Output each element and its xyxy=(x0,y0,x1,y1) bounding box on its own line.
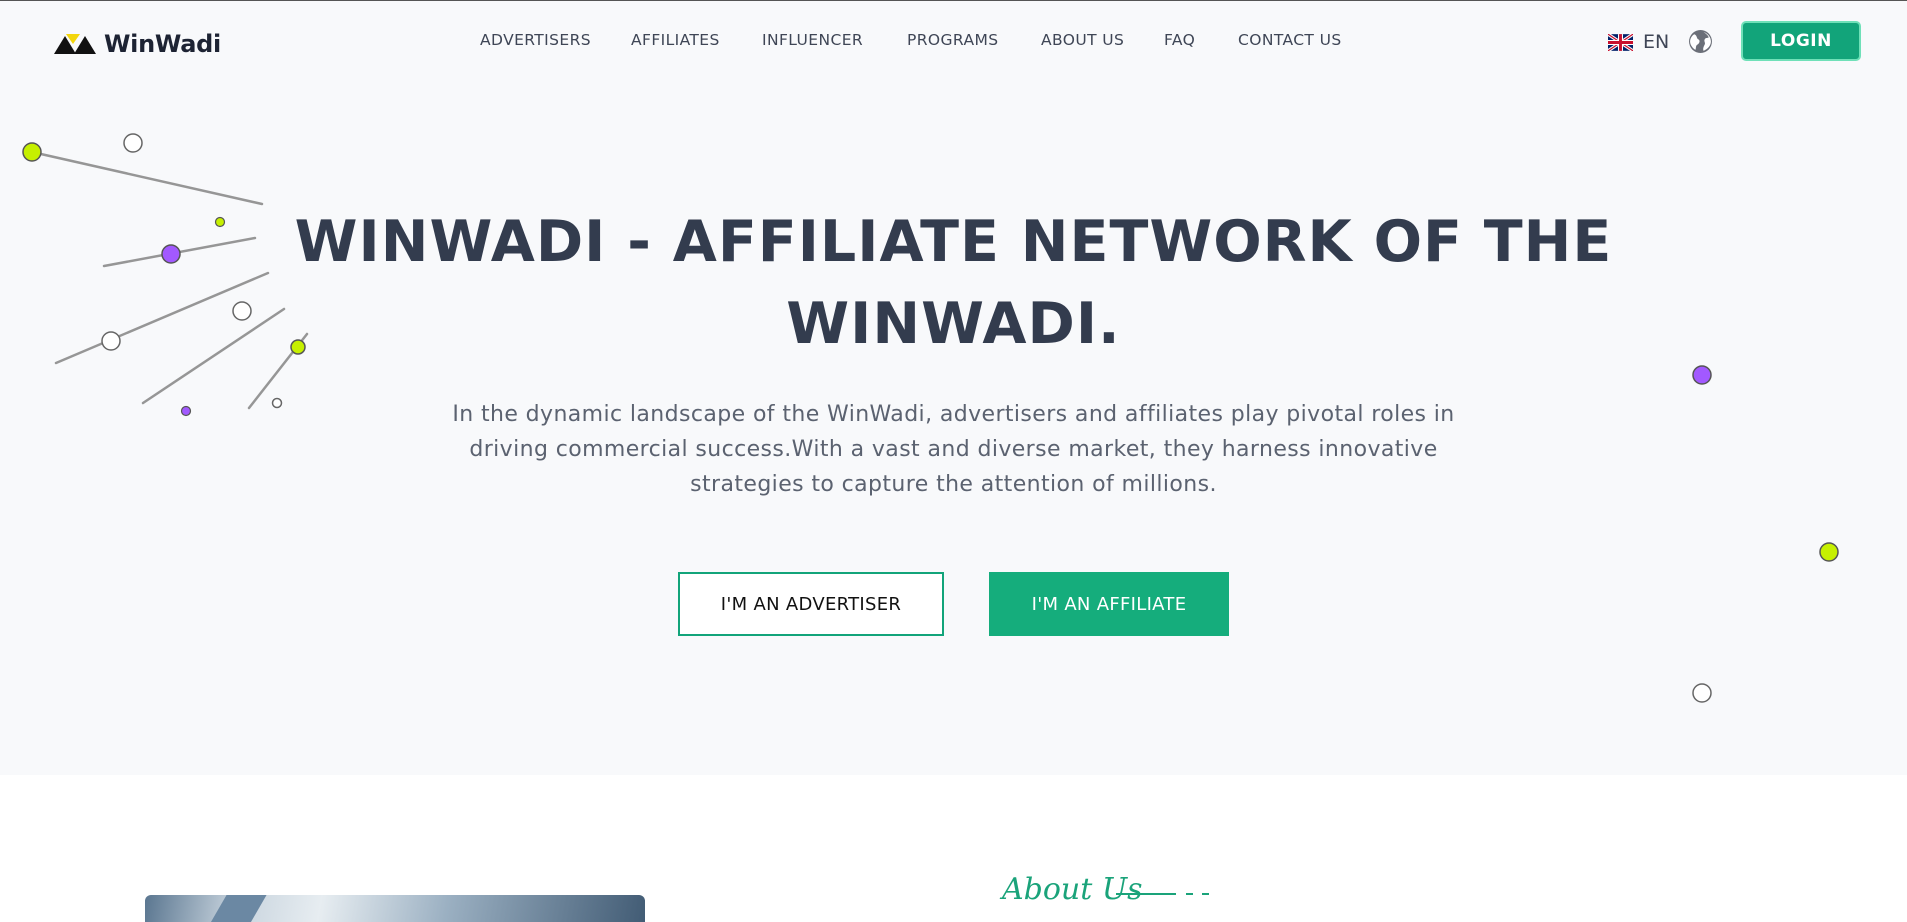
nav-item-faq[interactable]: FAQ xyxy=(1164,31,1195,49)
nav-item-about-us[interactable]: ABOUT US xyxy=(1041,31,1124,49)
advertiser-button[interactable]: I'M AN ADVERTISER xyxy=(678,572,944,636)
uk-flag-icon xyxy=(1608,33,1633,51)
nav-item-advertisers[interactable]: ADVERTISERS xyxy=(480,31,591,49)
particle-dot xyxy=(123,133,143,153)
about-dash xyxy=(1202,893,1209,895)
language-code: EN xyxy=(1643,31,1670,53)
decorative-particles xyxy=(22,133,1839,703)
particle-dot xyxy=(232,301,252,321)
hero-subtitle-line: In the dynamic landscape of the WinWadi,… xyxy=(452,402,1455,427)
nav-item-programs[interactable]: PROGRAMS xyxy=(907,31,999,49)
language-selector[interactable]: EN xyxy=(1608,30,1669,54)
particle-dot xyxy=(214,216,226,228)
hero-section: WinWadi ADVERTISERS AFFILIATES INFLUENCE… xyxy=(0,1,1907,775)
hero-subtitle: In the dynamic landscape of the WinWadi,… xyxy=(420,397,1487,502)
login-button[interactable]: LOGIN xyxy=(1741,21,1861,61)
particle-dot xyxy=(1692,683,1712,703)
nav-item-contact-us[interactable]: CONTACT US xyxy=(1238,31,1342,49)
affiliate-button[interactable]: I'M AN AFFILIATE xyxy=(989,572,1229,636)
particle-dot xyxy=(1819,542,1839,562)
hero-subtitle-line: driving commercial success.With a vast a… xyxy=(469,437,1438,462)
particle-dot xyxy=(271,397,283,409)
particle-dot xyxy=(22,142,42,162)
hero-subtitle-line: strategies to capture the attention of m… xyxy=(690,472,1217,497)
particle-dot xyxy=(180,405,192,417)
about-dash xyxy=(1186,893,1193,895)
particle-dot xyxy=(1692,365,1712,385)
about-image xyxy=(145,895,645,922)
about-us-label: About Us xyxy=(1002,872,1143,907)
nav-item-influencer[interactable]: INFLUENCER xyxy=(762,31,863,49)
top-border xyxy=(0,0,1907,1)
hero-title-line: WINWADI - AFFILIATE NETWORK OF THE xyxy=(294,209,1613,275)
page: WinWadi ADVERTISERS AFFILIATES INFLUENCE… xyxy=(0,0,1907,922)
globe-icon[interactable] xyxy=(1688,29,1713,54)
particle-line xyxy=(30,150,264,206)
nav-item-affiliates[interactable]: AFFILIATES xyxy=(631,31,720,49)
about-underline xyxy=(1116,893,1176,895)
particle-dot xyxy=(161,244,181,264)
particle-dot xyxy=(101,331,121,351)
hero-title: WINWADI - AFFILIATE NETWORK OF THE WINWA… xyxy=(260,201,1647,365)
hero-title-line: WINWADI. xyxy=(786,291,1121,357)
